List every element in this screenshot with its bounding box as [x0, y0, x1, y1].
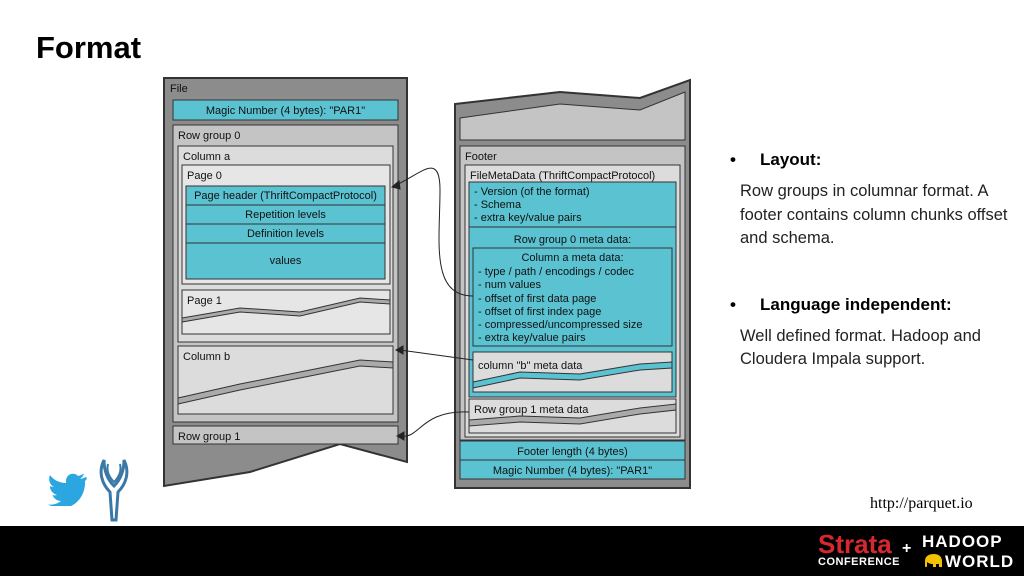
- bullet-heading: Language independent:: [760, 294, 952, 314]
- file-box: File Magic Number (4 bytes): "PAR1" Row …: [163, 77, 408, 488]
- compressed-text: - compressed/uncompressed size: [478, 319, 642, 331]
- footer-label: Footer: [465, 151, 497, 163]
- extra-kv2-text: - extra key/value pairs: [478, 332, 586, 344]
- col-b-meta-text: column "b" meta data: [478, 360, 583, 372]
- plus-sign: +: [902, 540, 912, 557]
- bullet-layout: • Layout: Row groups in columnar format. …: [730, 150, 1010, 251]
- rg0-meta-label: Row group 0 meta data:: [514, 234, 631, 246]
- horns-logo-icon: [99, 459, 129, 522]
- url-link[interactable]: http://parquet.io: [870, 495, 973, 513]
- bullet-body: Well defined format. Hadoop and Cloudera…: [740, 326, 981, 369]
- footer-box: Footer FileMetaData (ThriftCompactProtoc…: [454, 78, 691, 489]
- bullet-body: Row groups in columnar format. A footer …: [740, 182, 1008, 247]
- strata-logo-text: Strata: [818, 529, 892, 559]
- footer-length-text: Footer length (4 bytes): [517, 446, 628, 458]
- bullet-language: • Language independent: Well defined form…: [730, 295, 1010, 372]
- world-logo-text: WORLD: [945, 552, 1015, 571]
- row-group-1-label: Row group 1: [178, 431, 240, 443]
- repetition-text: Repetition levels: [245, 209, 326, 221]
- bullet-list: • Layout: Row groups in columnar format. …: [730, 150, 1010, 372]
- column-a-label: Column a: [183, 151, 231, 163]
- hadoop-logo-text: HADOOP: [922, 532, 1003, 551]
- column-b-label: Column b: [183, 351, 230, 363]
- row-group-0-label: Row group 0: [178, 130, 240, 142]
- conference-logo-text: CONFERENCE: [818, 556, 901, 568]
- col-b-meta-box: [472, 351, 673, 393]
- rg1-meta-text: Row group 1 meta data: [474, 404, 589, 416]
- page-0-label: Page 0: [187, 170, 222, 182]
- values-text: values: [270, 255, 302, 267]
- file-label: File: [170, 83, 188, 95]
- page-1-label: Page 1: [187, 295, 222, 307]
- version-text: - Version (of the format): [474, 186, 590, 198]
- extra-kv-text: - extra key/value pairs: [474, 212, 582, 224]
- definition-text: Definition levels: [247, 228, 325, 240]
- elephant-icon: [925, 554, 942, 568]
- twitter-bird-icon: [48, 473, 87, 506]
- bullet-heading: Layout:: [760, 150, 822, 169]
- num-values-text: - num values: [478, 279, 541, 291]
- offset-data-text: - offset of first data page: [478, 293, 596, 305]
- schema-text: - Schema: [474, 199, 522, 211]
- file-magic-text: Magic Number (4 bytes): "PAR1": [206, 105, 365, 117]
- type-path-text: - type / path / encodings / codec: [478, 266, 634, 278]
- page-header-text: Page header (ThriftCompactProtocol): [194, 190, 377, 202]
- footer-magic-text: Magic Number (4 bytes): "PAR1": [493, 465, 652, 477]
- bullet-dot-icon: •: [730, 150, 736, 169]
- filemetadata-label: FileMetaData (ThriftCompactProtocol): [470, 170, 655, 182]
- bullet-dot-icon: •: [730, 294, 736, 314]
- col-a-meta-label: Column a meta data:: [521, 252, 623, 264]
- offset-index-text: - offset of first index page: [478, 306, 601, 318]
